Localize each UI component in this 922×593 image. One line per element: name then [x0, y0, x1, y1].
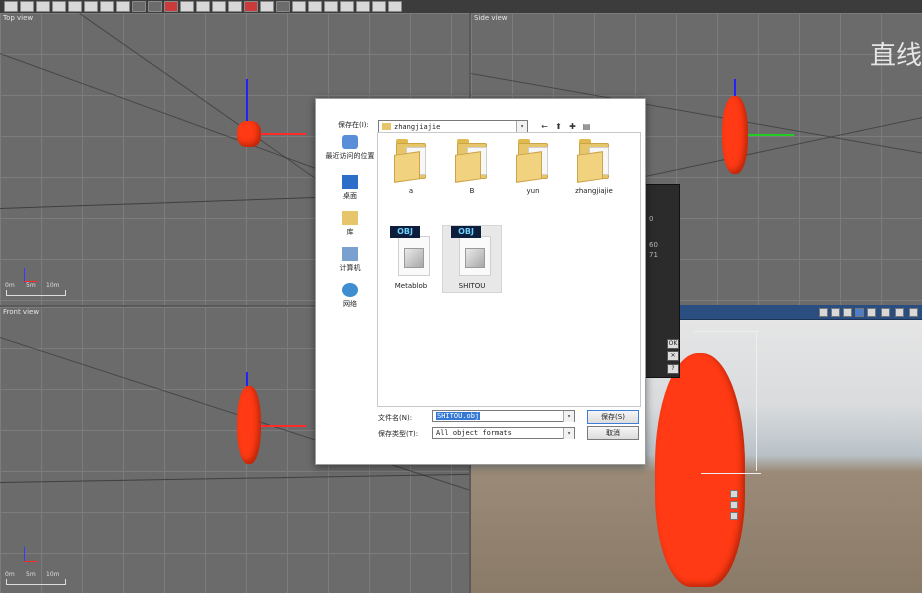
paste-icon[interactable] — [100, 1, 114, 12]
place-network[interactable]: 网络 — [324, 283, 376, 309]
scale-bar — [6, 290, 66, 296]
undo-icon[interactable] — [132, 1, 146, 12]
cut-icon[interactable] — [68, 1, 82, 12]
stone-model-perspective[interactable] — [655, 353, 745, 587]
save-button[interactable]: 保存(S) — [587, 410, 639, 424]
fit-icon[interactable] — [340, 1, 354, 12]
filename-input[interactable]: SHITOU.obj ▾ — [432, 410, 575, 422]
rotate-icon[interactable] — [212, 1, 226, 12]
up-folder-icon[interactable]: ⬆ — [553, 121, 564, 132]
help-button[interactable]: ? — [667, 364, 679, 374]
view-button[interactable] — [819, 308, 828, 317]
place-computer[interactable]: 计算机 — [324, 247, 376, 273]
folder-icon — [394, 139, 428, 183]
redo-icon[interactable] — [148, 1, 162, 12]
stone-model-side[interactable] — [722, 96, 748, 174]
overlay-caption: 直线 — [869, 41, 922, 71]
view-button[interactable] — [831, 308, 840, 317]
file-list: a B yun zhangjiajie OBJ Metablob OBJ SHI… — [377, 132, 641, 407]
material-icon[interactable] — [244, 1, 258, 12]
select-icon[interactable] — [180, 1, 194, 12]
folder-icon — [577, 139, 611, 183]
gizmo-handle[interactable] — [730, 512, 738, 520]
view-button[interactable] — [895, 308, 904, 317]
folder-icon — [516, 139, 550, 183]
scale-bar — [6, 579, 66, 585]
computer-icon — [342, 247, 358, 261]
chevron-down-icon: ▾ — [516, 121, 527, 132]
new-icon[interactable] — [4, 1, 18, 12]
places-bar: 最近访问的位置 桌面 库 计算机 网络 — [324, 135, 376, 315]
export-icon[interactable] — [52, 1, 66, 12]
save-icon[interactable] — [36, 1, 50, 12]
snap-icon[interactable] — [292, 1, 306, 12]
place-library[interactable]: 库 — [324, 211, 376, 237]
save-in-label: 保存在(I): — [338, 121, 369, 129]
folder-item[interactable]: yun — [503, 139, 563, 195]
duplicate-icon[interactable] — [116, 1, 130, 12]
layout-icon[interactable] — [356, 1, 370, 12]
place-desktop[interactable]: 桌面 — [324, 175, 376, 201]
light-icon[interactable] — [260, 1, 274, 12]
main-toolbar — [0, 0, 922, 13]
open-icon[interactable] — [20, 1, 34, 12]
save-file-dialog: 保存在(I): zhangjiajie ▾ ← ⬆ ✚ ▤ 最近访问的位置 桌面… — [315, 98, 646, 465]
chevron-down-icon: ▾ — [563, 428, 574, 439]
move-icon[interactable] — [196, 1, 210, 12]
scale-icon[interactable] — [228, 1, 242, 12]
render-icon[interactable] — [164, 1, 178, 12]
camera-icon[interactable] — [276, 1, 290, 12]
stone-model-front[interactable] — [237, 386, 261, 464]
view-button[interactable] — [843, 308, 852, 317]
viewport-title: Front view — [3, 308, 40, 316]
zoom-in-icon[interactable] — [308, 1, 322, 12]
folder-icon — [455, 139, 489, 183]
ok-button[interactable]: OK — [667, 339, 679, 349]
viewport-title: Top view — [3, 14, 34, 22]
cancel-button[interactable]: 取消 — [587, 426, 639, 440]
viewport-title: Side view — [474, 14, 508, 22]
filename-label: 文件名(N): — [378, 414, 413, 422]
new-folder-icon[interactable]: ✚ — [567, 121, 578, 132]
gizmo-handle[interactable] — [730, 490, 738, 498]
file-item[interactable]: OBJ Metablob — [381, 226, 441, 290]
folder-item[interactable]: zhangjiajie — [564, 139, 624, 195]
filetype-label: 保存类型(T): — [378, 430, 419, 438]
stone-model-top[interactable] — [237, 121, 261, 147]
view-button[interactable] — [855, 308, 864, 317]
folder-icon — [382, 123, 391, 130]
chevron-down-icon: ▾ — [563, 411, 574, 422]
desktop-icon — [342, 175, 358, 189]
close-button[interactable]: ✕ — [667, 351, 679, 361]
recent-icon — [342, 135, 358, 149]
filetype-dropdown[interactable]: All object formats ▾ — [432, 427, 575, 439]
network-icon — [342, 283, 358, 297]
folder-item[interactable]: a — [381, 139, 441, 195]
back-icon[interactable]: ← — [539, 121, 550, 132]
view-menu-icon[interactable]: ▤ — [581, 121, 592, 132]
folder-item[interactable]: B — [442, 139, 502, 195]
library-icon — [342, 211, 358, 225]
property-palette: 0 60 71 OK ✕ ? — [642, 184, 680, 378]
view-button[interactable] — [881, 308, 890, 317]
grid-icon[interactable] — [372, 1, 386, 12]
zoom-out-icon[interactable] — [324, 1, 338, 12]
settings-icon[interactable] — [388, 1, 402, 12]
gizmo-handle[interactable] — [730, 501, 738, 509]
place-recent[interactable]: 最近访问的位置 — [324, 135, 376, 161]
file-item-selected[interactable]: OBJ SHITOU — [442, 225, 502, 293]
view-button[interactable] — [867, 308, 876, 317]
obj-file-icon: OBJ — [451, 226, 493, 278]
view-button[interactable] — [909, 308, 918, 317]
obj-file-icon: OBJ — [390, 226, 432, 278]
copy-icon[interactable] — [84, 1, 98, 12]
